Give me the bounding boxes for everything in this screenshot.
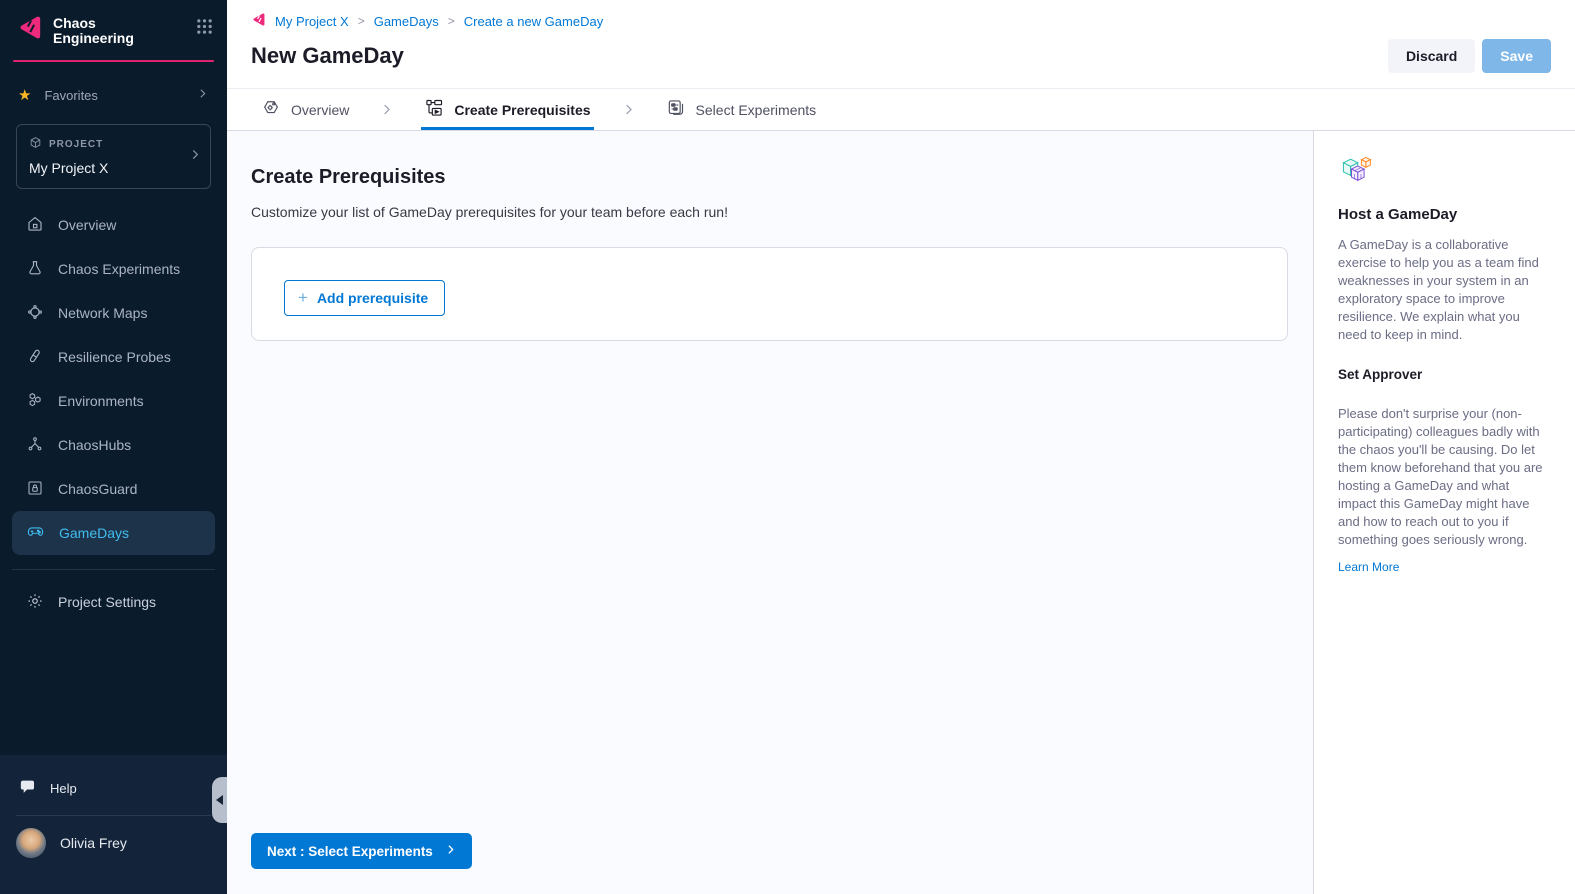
section-heading: Create Prerequisites [251, 166, 1288, 189]
help-panel-section-title: Set Approver [1338, 367, 1550, 382]
title-row: New GameDay Discard Save [251, 39, 1551, 88]
help-panel-section-body: Please don't surprise your (non-particip… [1338, 405, 1550, 549]
plus-icon: + [298, 289, 308, 306]
sidebar-item-overview[interactable]: Overview [12, 203, 215, 247]
home-icon [26, 215, 44, 236]
add-prerequisite-button[interactable]: + Add prerequisite [284, 280, 445, 316]
sidebar-collapse-handle[interactable] [212, 777, 227, 823]
sidebar-item-environments[interactable]: Environments [12, 379, 215, 423]
section-subheading: Customize your list of GameDay prerequis… [251, 204, 1288, 220]
help-button[interactable]: ? Help [0, 769, 227, 807]
main-area: My Project X > GameDays > Create a new G… [227, 0, 1575, 894]
nodes-icon [26, 435, 44, 456]
isometric-cubes-icon [1338, 173, 1374, 190]
breadcrumb-link-create-gameday[interactable]: Create a new GameDay [464, 14, 603, 29]
chevron-left-icon [216, 795, 223, 805]
app-root: Chaos Engineering ★ Favorites PROJECT My… [0, 0, 1575, 894]
sidebar-nav: Overview Chaos Experiments Network Maps … [12, 203, 215, 555]
chevron-right-icon [621, 89, 636, 130]
sidebar-divider [12, 569, 215, 570]
user-avatar [16, 828, 46, 858]
experiment-cards-icon [666, 98, 686, 121]
help-panel-intro: A GameDay is a collaborative exercise to… [1338, 236, 1550, 344]
star-icon: ★ [18, 88, 31, 103]
breadcrumb-separator: > [358, 14, 365, 28]
app-grid-icon[interactable] [196, 18, 213, 38]
breadcrumb-link-gamedays[interactable]: GameDays [374, 14, 439, 29]
learn-more-link[interactable]: Learn More [1338, 560, 1399, 574]
wizard-tabbar: Overview Create Prerequisites Select Exp… [227, 88, 1575, 131]
gamepad-icon [26, 522, 45, 544]
user-name: Olivia Frey [60, 835, 127, 851]
hexagons-icon [26, 391, 44, 412]
sidebar-item-chaos-experiments[interactable]: Chaos Experiments [12, 247, 215, 291]
sidebar-item-resilience-probes[interactable]: Resilience Probes [12, 335, 215, 379]
sidebar-favorites[interactable]: ★ Favorites [4, 74, 223, 116]
sidebar-item-chaoshubs[interactable]: ChaosHubs [12, 423, 215, 467]
discard-button[interactable]: Discard [1388, 39, 1475, 73]
work-area: Create Prerequisites Customize your list… [227, 131, 1313, 894]
user-menu[interactable]: Olivia Frey [0, 816, 227, 858]
breadcrumb: My Project X > GameDays > Create a new G… [251, 12, 1551, 30]
chevron-right-icon [196, 87, 209, 103]
chaos-engineering-logo-icon [16, 14, 43, 46]
project-name: My Project X [29, 160, 198, 176]
help-panel-title: Host a GameDay [1338, 206, 1550, 223]
chevron-right-icon [379, 89, 394, 130]
project-label: PROJECT [29, 136, 198, 152]
tab-select-experiments[interactable]: Select Experiments [663, 89, 820, 130]
sidebar-item-network-maps[interactable]: Network Maps [12, 291, 215, 335]
header-actions: Discard Save [1388, 39, 1551, 73]
project-selector[interactable]: PROJECT My Project X [16, 124, 211, 189]
help-panel: Host a GameDay A GameDay is a collaborat… [1313, 131, 1575, 894]
flask-icon [26, 259, 44, 280]
sidebar-item-chaosguard[interactable]: ChaosGuard [12, 467, 215, 511]
prerequisites-card: + Add prerequisite [251, 247, 1288, 341]
network-icon [26, 303, 44, 324]
hexagon-gear-icon [261, 98, 281, 121]
app-title: Chaos Engineering [53, 14, 134, 46]
favorites-label: Favorites [44, 88, 97, 103]
page-header: My Project X > GameDays > Create a new G… [227, 0, 1575, 88]
gear-icon [26, 592, 44, 613]
sidebar-item-project-settings[interactable]: Project Settings [12, 580, 215, 624]
next-select-experiments-button[interactable]: Next : Select Experiments [251, 833, 472, 869]
page-title: New GameDay [251, 43, 404, 69]
chevron-right-icon [188, 147, 202, 166]
flow-icon [424, 98, 444, 121]
probe-icon [26, 347, 44, 368]
sidebar-bottom: ? Help Olivia Frey [0, 755, 227, 894]
svg-text:?: ? [26, 782, 30, 790]
breadcrumb-link-project[interactable]: My Project X [275, 14, 349, 29]
sidebar: Chaos Engineering ★ Favorites PROJECT My… [0, 0, 227, 894]
help-chat-icon: ? [20, 778, 37, 798]
content: Create Prerequisites Customize your list… [227, 131, 1575, 894]
breadcrumb-separator: > [448, 14, 455, 28]
tab-overview[interactable]: Overview [258, 89, 352, 130]
chevron-right-icon [444, 843, 457, 859]
save-button[interactable]: Save [1482, 39, 1551, 73]
harness-mini-logo-icon [251, 12, 266, 30]
cube-icon [29, 136, 42, 152]
sidebar-item-gamedays[interactable]: GameDays [12, 511, 215, 555]
sidebar-header: Chaos Engineering [0, 0, 227, 54]
lock-icon [26, 479, 44, 500]
brand-accent-line [13, 60, 214, 62]
tab-create-prerequisites[interactable]: Create Prerequisites [421, 89, 593, 130]
